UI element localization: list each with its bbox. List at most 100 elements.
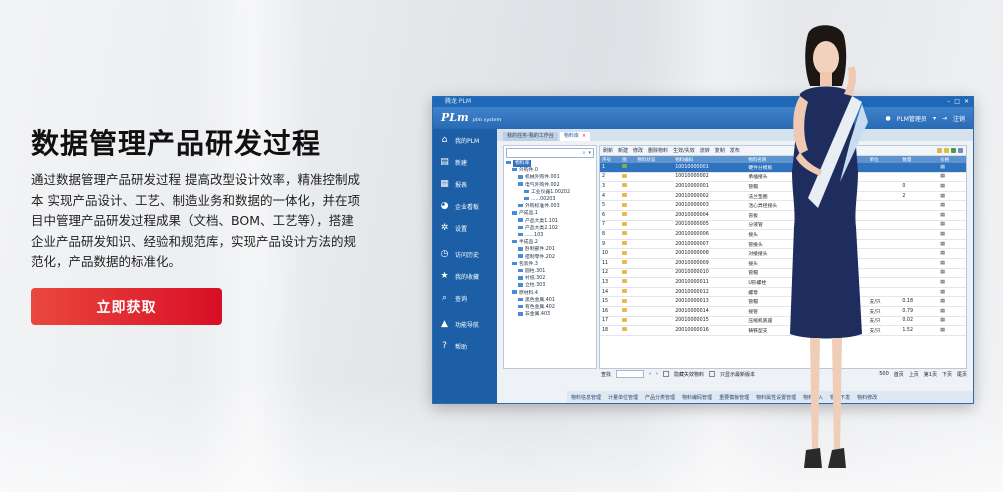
chevron-right-icon[interactable]: › [656, 371, 658, 377]
sidebar-item-enterprise[interactable]: ◕ 企业看板 [433, 195, 497, 217]
col-header[interactable]: 图 [620, 156, 636, 163]
sidebar-item-help[interactable]: ? 帮助 [433, 335, 497, 357]
tree-node[interactable]: 立柱.303 [506, 282, 596, 289]
document-icon[interactable]: ▤ [940, 213, 945, 218]
document-icon[interactable]: ▤ [940, 309, 945, 314]
tree-node[interactable]: 电气外购件.002 [506, 182, 596, 189]
pager-first[interactable]: 首页 [894, 371, 904, 378]
chevron-left-icon[interactable]: ‹ [649, 371, 651, 377]
logout-link[interactable]: 注销 [953, 114, 965, 123]
close-icon[interactable]: ✕ [964, 98, 969, 106]
col-header[interactable]: 物料编码 [673, 156, 747, 163]
minimize-icon[interactable]: – [947, 98, 950, 106]
tree-node[interactable]: 产品大类2.102 [506, 225, 596, 232]
tree-node[interactable]: 外购件.0 [506, 167, 596, 174]
document-icon[interactable]: ▤ [940, 261, 945, 266]
tree-node[interactable]: 衬纸.302 [506, 275, 596, 282]
sidebar-item-search[interactable]: ⌕ 查询 [433, 287, 497, 309]
document-icon[interactable]: ▤ [940, 203, 945, 208]
toolbar-publish[interactable]: 发布 [730, 147, 740, 154]
toolbar-flow[interactable]: 流转 [700, 147, 710, 154]
document-icon[interactable]: ▤ [940, 174, 945, 179]
col-header[interactable]: 数量 [900, 156, 939, 163]
tree-node[interactable]: 产成品.1 [506, 210, 596, 217]
document-icon[interactable]: ▤ [940, 184, 945, 189]
document-icon[interactable]: ▤ [940, 232, 945, 237]
close-tab-icon[interactable]: × [582, 133, 586, 139]
document-icon[interactable]: ▤ [940, 280, 945, 285]
pager-prev[interactable]: 上页 [909, 371, 919, 378]
document-icon[interactable]: ▤ [940, 290, 945, 295]
pager-current: 第1页 [923, 371, 937, 378]
tree-search-bar[interactable]: ⌕ ▾ [506, 148, 594, 158]
hide-inactive-checkbox[interactable] [663, 371, 670, 377]
tree-node[interactable]: 包装件.3 [506, 261, 596, 268]
document-icon[interactable]: ▤ [940, 222, 945, 227]
sidebar-item-report[interactable]: ▦ 报表 [433, 173, 497, 195]
document-icon[interactable]: ▤ [940, 242, 945, 247]
folder-icon[interactable] [937, 148, 942, 153]
tree-node[interactable]: 卧制部件.201 [506, 246, 596, 253]
module-tab[interactable]: 重要模板管理 [719, 394, 749, 401]
tree-node[interactable]: ......103 [506, 232, 596, 239]
page-size-select[interactable]: 500 [879, 371, 889, 377]
sidebar-item-new[interactable]: ▤ 新建 [433, 151, 497, 173]
col-header[interactable]: 价格 [938, 156, 966, 163]
maximize-icon[interactable]: □ [954, 98, 960, 106]
sidebar-item-my-plm[interactable]: ⌂ 我的PLM [433, 129, 497, 151]
filter-icon[interactable] [958, 148, 963, 153]
tree-node[interactable]: 产品大类1.101 [506, 218, 596, 225]
document-icon[interactable]: ▤ [940, 299, 945, 304]
user-icon[interactable]: ● [886, 115, 891, 122]
sidebar-item-history[interactable]: ◷ 访问历史 [433, 243, 497, 265]
search-input[interactable] [616, 370, 645, 378]
toolbar-refresh[interactable]: 刷新 [603, 147, 613, 154]
col-header[interactable]: 物料状态 [635, 156, 674, 163]
logout-icon[interactable]: ⇥ [942, 115, 947, 122]
cta-button[interactable]: 立即获取 [31, 288, 222, 325]
tree-node[interactable]: ......00203 [506, 196, 596, 203]
tree-node[interactable]: 原材料.4 [506, 290, 596, 297]
col-header[interactable]: 序号 [600, 156, 621, 163]
export-icon[interactable] [951, 148, 956, 153]
search-icon[interactable]: ⌕ [583, 150, 586, 156]
tree-node[interactable]: 非金属.403 [506, 311, 596, 318]
tab-my-tasks[interactable]: 我的任务-我的工作台 [503, 132, 558, 141]
document-icon[interactable]: ▤ [940, 328, 945, 333]
sidebar-item-favorites[interactable]: ★ 我的收藏 [433, 265, 497, 287]
star-icon[interactable] [944, 148, 949, 153]
document-icon[interactable]: ▤ [940, 194, 945, 199]
tree-node[interactable]: 搭制零件.202 [506, 254, 596, 261]
tree-node[interactable]: 物料库 [506, 160, 596, 168]
toolbar-new[interactable]: 新建 [618, 147, 628, 154]
document-icon[interactable]: ▤ [940, 165, 945, 170]
user-menu[interactable]: PLM管理员 [897, 114, 927, 123]
pager-last[interactable]: 尾页 [957, 371, 967, 378]
tree-node[interactable]: 有色金属.402 [506, 304, 596, 311]
pager-next[interactable]: 下页 [942, 371, 952, 378]
toolbar-copy[interactable]: 复制 [715, 147, 725, 154]
chevron-down-icon[interactable]: ▾ [933, 115, 936, 122]
tree-node[interactable]: 机械外购件.001 [506, 174, 596, 181]
tree-node[interactable]: 外购标准件.003 [506, 203, 596, 210]
tree-node[interactable]: 半成品.2 [506, 239, 596, 246]
sidebar-item-settings[interactable]: ✲ 设置 [433, 217, 497, 239]
toolbar-toggle-effective[interactable]: 生效/失效 [673, 147, 695, 154]
chevron-down-icon[interactable]: ▾ [588, 150, 591, 156]
module-tab[interactable]: 物料编码管理 [682, 394, 712, 401]
module-tab[interactable]: 物料信息管理 [571, 394, 601, 401]
sidebar-item-nav[interactable]: ▲ 功能导航 [433, 313, 497, 335]
document-icon[interactable]: ▤ [940, 270, 945, 275]
tree-node[interactable]: 黑色金属.401 [506, 297, 596, 304]
latest-only-checkbox[interactable] [709, 371, 716, 377]
toolbar-edit[interactable]: 修改 [633, 147, 643, 154]
module-tab[interactable]: 产品分类管理 [645, 394, 675, 401]
module-tab[interactable]: 计量单位管理 [608, 394, 638, 401]
folder-icon [518, 232, 523, 237]
tab-material-library[interactable]: 物料库 × [559, 132, 591, 141]
document-icon[interactable]: ▤ [940, 251, 945, 256]
document-icon[interactable]: ▤ [940, 318, 945, 323]
tree-node[interactable]: 圆柱.301 [506, 268, 596, 275]
toolbar-delete[interactable]: 删除物料 [648, 147, 668, 154]
tree-node[interactable]: 工业仪器1.00202 [506, 189, 596, 196]
